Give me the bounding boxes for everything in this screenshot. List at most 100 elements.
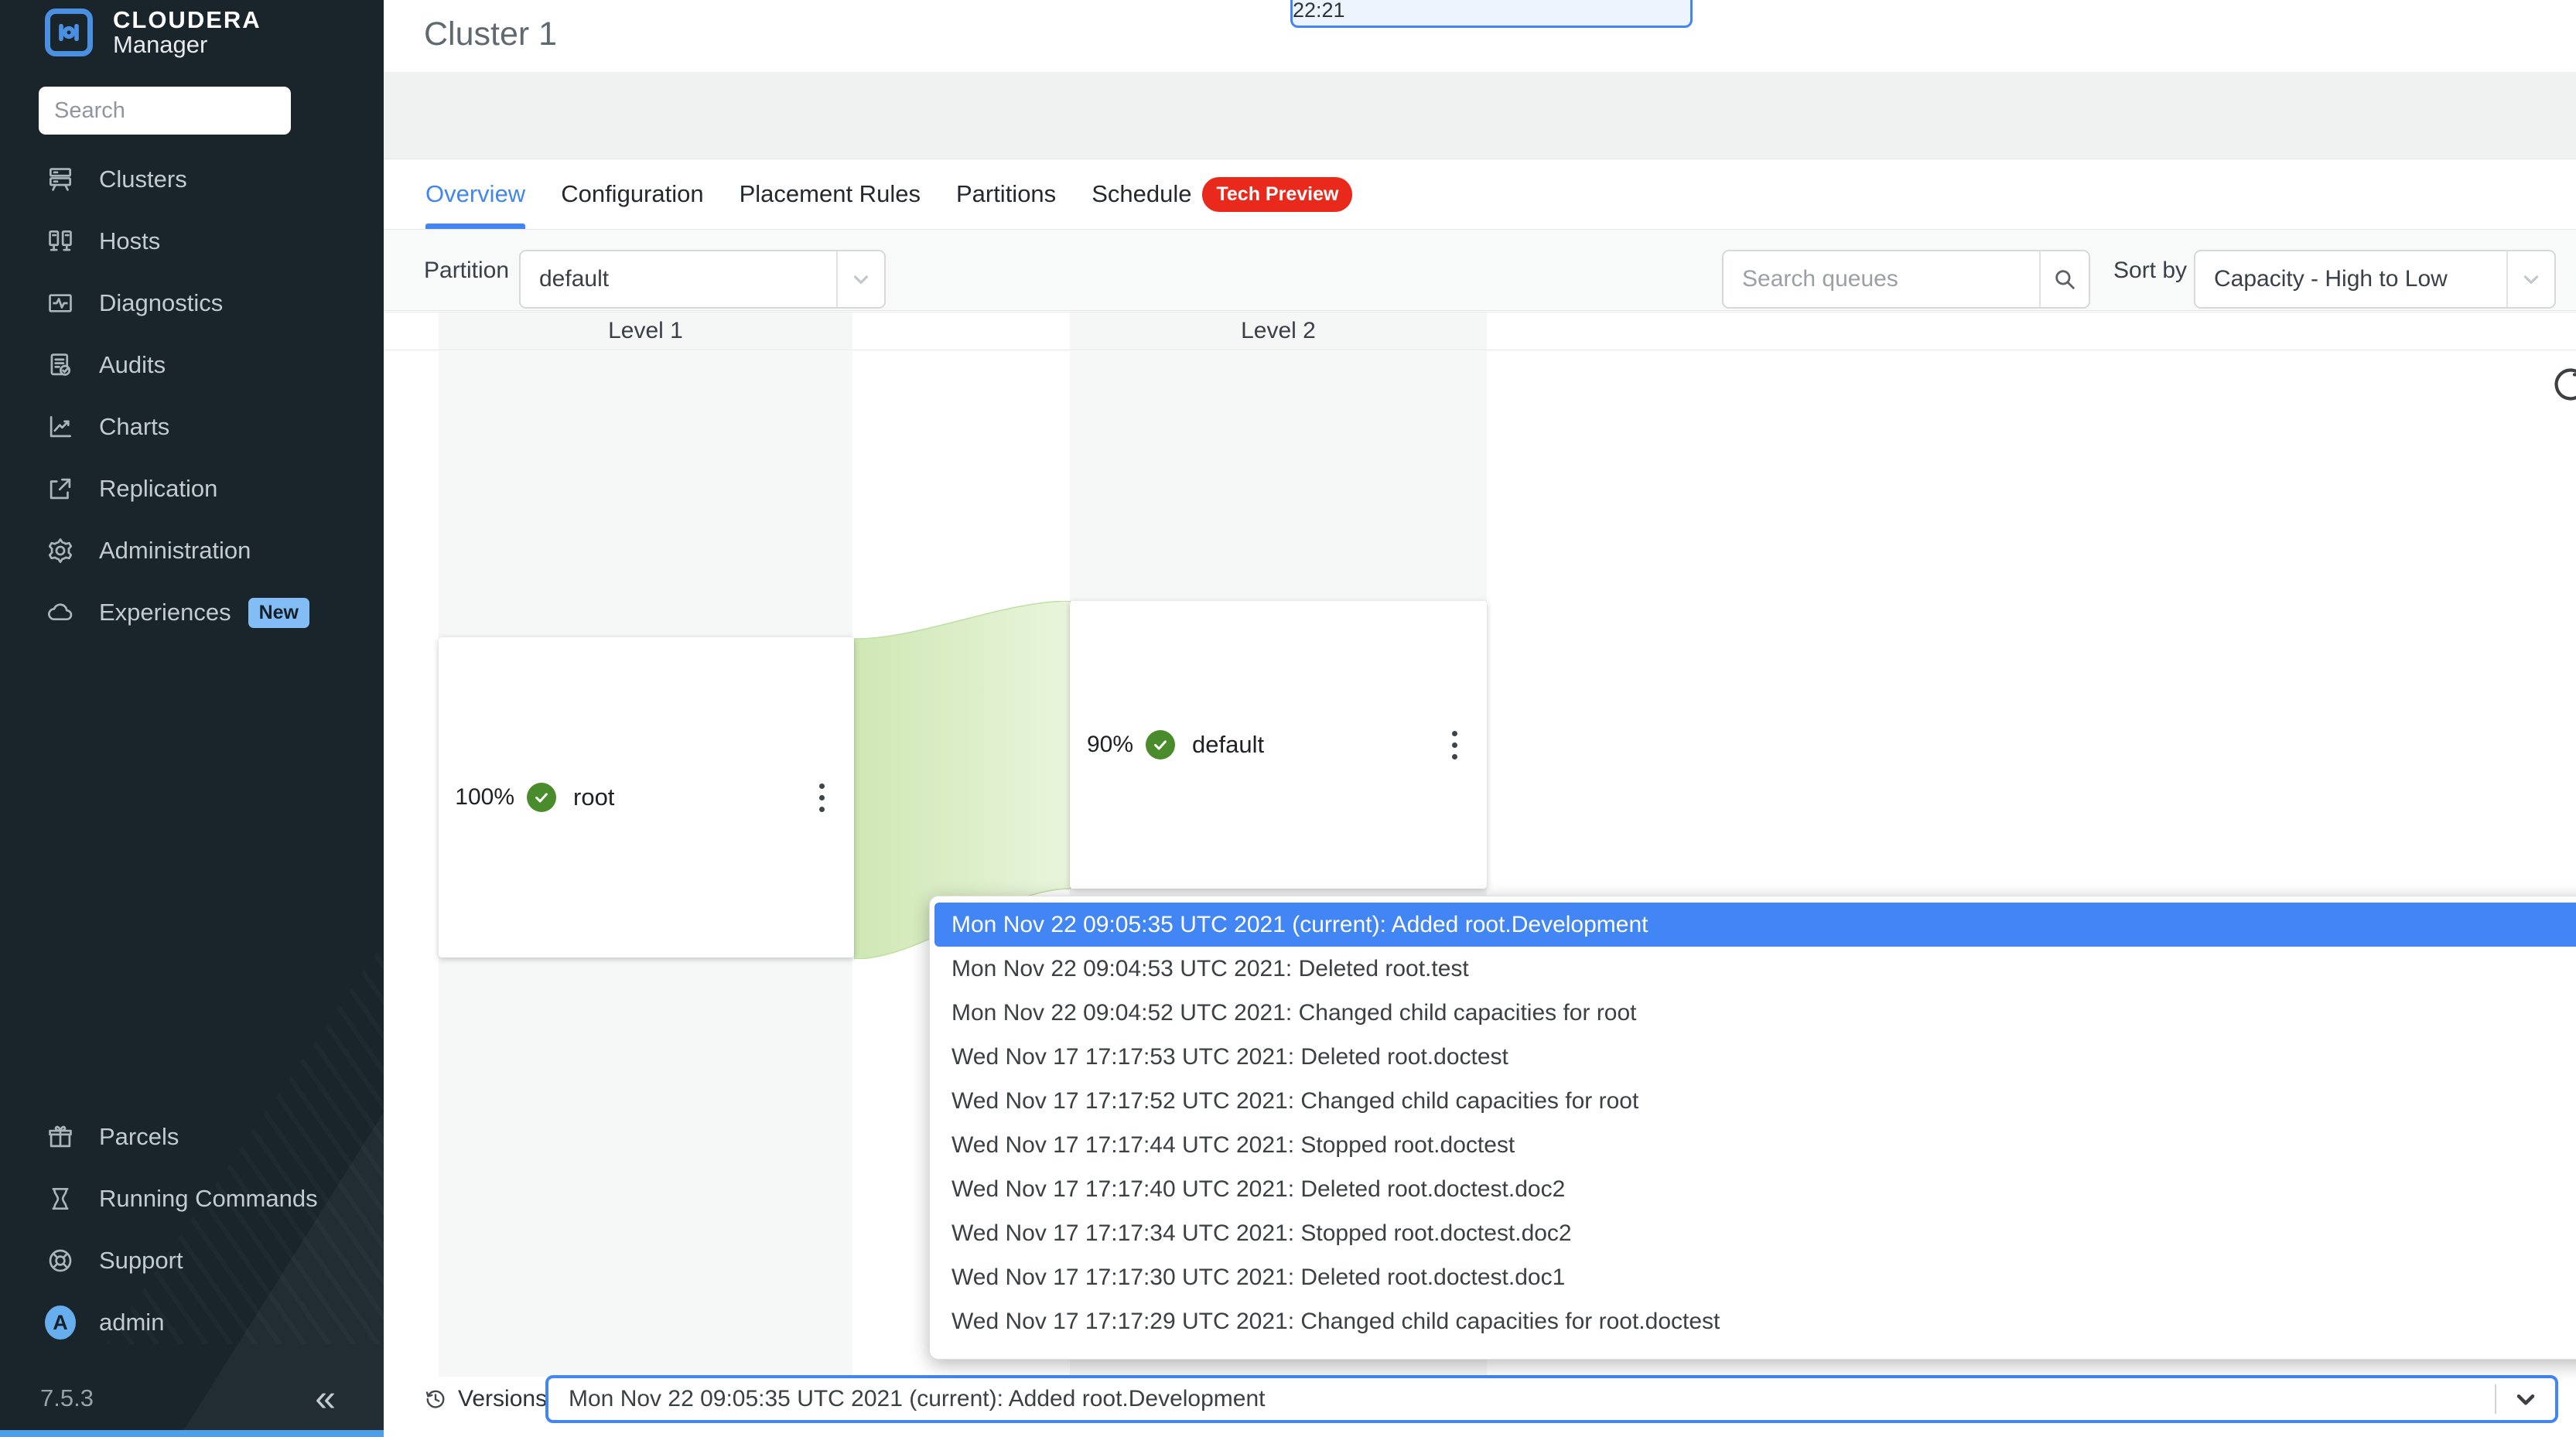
sidebar-item-diagnostics[interactable]: Diagnostics [0, 272, 384, 334]
cloudera-manager-app: CLOUDERA Manager Clusters [0, 0, 2576, 1437]
tab-bar: Overview Configuration Placement Rules P… [384, 159, 2576, 230]
level-1-header: Level 1 [439, 312, 852, 350]
administration-gear-icon [45, 535, 76, 566]
tab-schedule[interactable]: Schedule Tech Preview [1092, 159, 1352, 229]
versions-dropdown-option[interactable]: Wed Nov 17 17:17:29 UTC 2021: Changed ch… [934, 1299, 2576, 1343]
new-badge: New [248, 598, 309, 628]
versions-select[interactable]: Mon Nov 22 09:05:35 UTC 2021 (current): … [545, 1375, 2558, 1423]
support-lifebuoy-icon [45, 1245, 76, 1276]
queue-menu-kebab-icon[interactable] [1436, 722, 1473, 768]
queue-status-check-icon [527, 783, 556, 812]
sidebar-item-label: admin [99, 1309, 164, 1336]
queue-status-check-icon [1146, 730, 1175, 759]
queue-capacity-percent: 100% [448, 784, 514, 811]
hourglass-icon [45, 1183, 76, 1214]
versions-dropdown-option[interactable]: Wed Nov 17 17:17:53 UTC 2021: Deleted ro… [934, 1035, 2576, 1079]
sidebar-item-label: Hosts [99, 227, 160, 255]
versions-dropdown-option[interactable]: Mon Nov 22 09:05:35 UTC 2021 (current): … [934, 903, 2576, 947]
cloud-icon [45, 597, 76, 628]
sidebar-search-input[interactable] [39, 87, 291, 135]
tab-overview[interactable]: Overview [425, 159, 525, 229]
sidebar-item-administration[interactable]: Administration [0, 520, 384, 582]
level-header-row: Level 1 Level 2 [384, 312, 2576, 350]
sidebar-item-label: Replication [99, 475, 217, 503]
search-icon[interactable] [2039, 251, 2089, 307]
sidebar-item-label: Experiences [99, 599, 231, 626]
versions-dropdown-option[interactable]: Mon Nov 22 09:04:52 UTC 2021: Changed ch… [934, 991, 2576, 1035]
chevron-down-icon [2506, 251, 2554, 307]
parcels-gift-icon [45, 1121, 76, 1152]
charts-icon [45, 411, 76, 442]
admin-avatar: A [45, 1307, 76, 1338]
tab-configuration[interactable]: Configuration [561, 159, 703, 229]
versions-bar: Versions Mon Nov 22 09:05:35 UTC 2021 (c… [384, 1375, 2576, 1425]
sidebar-collapse-button[interactable]: « [315, 1377, 336, 1420]
sidebar-item-label: Diagnostics [99, 289, 223, 317]
queue-search [1722, 250, 2090, 309]
partition-label: Partition [424, 258, 509, 284]
sidebar-item-running-commands[interactable]: Running Commands [0, 1168, 384, 1230]
refresh-icon[interactable] [2550, 362, 2576, 407]
versions-dropdown-option[interactable]: Wed Nov 17 17:17:40 UTC 2021: Deleted ro… [934, 1167, 2576, 1211]
versions-select-value: Mon Nov 22 09:05:35 UTC 2021 (current): … [548, 1386, 2495, 1412]
sidebar-bottom-nav: Parcels Running Commands [0, 1106, 384, 1353]
tab-placement-rules[interactable]: Placement Rules [740, 159, 921, 229]
cloudera-logo-icon [45, 9, 93, 56]
sidebar-item-charts[interactable]: Charts [0, 396, 384, 458]
sidebar-item-label: Running Commands [99, 1185, 318, 1213]
queue-toolbar: Partition default Sort by Capacity - Hig… [384, 230, 2576, 311]
sidebar-nav: Clusters Hosts [0, 148, 384, 643]
sidebar-item-experiences[interactable]: Experiences New [0, 582, 384, 643]
sidebar-item-audits[interactable]: Audits [0, 334, 384, 396]
deployment-banner: CDEP Deployment from 2021-Nov-08 22:21 [1290, 0, 1693, 28]
audits-icon [45, 350, 76, 381]
sidebar-item-support[interactable]: Support [0, 1230, 384, 1292]
partition-select[interactable]: default [519, 250, 886, 309]
sidebar-item-parcels[interactable]: Parcels [0, 1106, 384, 1168]
chevron-down-icon [836, 251, 884, 307]
sort-select-value: Capacity - High to Low [2195, 266, 2506, 292]
app-version: 7.5.3 [40, 1384, 94, 1412]
sidebar-item-label: Charts [99, 413, 169, 441]
page-title: Cluster 1 [424, 15, 557, 53]
sidebar-item-label: Clusters [99, 166, 187, 193]
sidebar-footer: 7.5.3 « [0, 1357, 384, 1431]
logo-subtitle: Manager [113, 32, 261, 57]
queue-search-input[interactable] [1724, 266, 2039, 292]
versions-label: Versions [458, 1386, 547, 1412]
sort-by-label: Sort by [2113, 258, 2187, 284]
sidebar-item-admin[interactable]: A admin [0, 1292, 384, 1353]
diagnostics-icon [45, 288, 76, 319]
sidebar-item-replication[interactable]: Replication [0, 458, 384, 520]
level-2-header: Level 2 [1070, 312, 1487, 350]
tech-preview-badge: Tech Preview [1202, 177, 1352, 212]
queue-capacity-percent: 90% [1079, 732, 1133, 758]
partition-select-value: default [521, 266, 836, 292]
sidebar-item-label: Parcels [99, 1123, 179, 1151]
sidebar-item-hosts[interactable]: Hosts [0, 210, 384, 272]
versions-dropdown-option[interactable]: Wed Nov 17 17:17:34 UTC 2021: Stopped ro… [934, 1211, 2576, 1255]
sidebar-item-label: Audits [99, 351, 166, 379]
header-band [384, 72, 2576, 159]
cloudera-logo[interactable]: CLOUDERA Manager [45, 8, 261, 57]
sidebar-item-label: Support [99, 1247, 183, 1275]
main-content: Cluster 1 CDEP Deployment from 2021-Nov-… [384, 0, 2576, 1437]
queue-name: root [573, 783, 803, 811]
sidebar-bottom-accent [0, 1430, 384, 1437]
versions-dropdown-option[interactable]: Wed Nov 17 17:17:44 UTC 2021: Stopped ro… [934, 1123, 2576, 1167]
versions-label-group: Versions [424, 1386, 547, 1412]
versions-dropdown-option[interactable]: Wed Nov 17 17:17:52 UTC 2021: Changed ch… [934, 1079, 2576, 1123]
tab-partitions[interactable]: Partitions [956, 159, 1056, 229]
versions-dropdown-option[interactable]: Wed Nov 17 17:17:30 UTC 2021: Deleted ro… [934, 1255, 2576, 1299]
sidebar-item-label: Administration [99, 537, 251, 565]
sort-select[interactable]: Capacity - High to Low [2194, 250, 2556, 309]
history-clock-icon [424, 1388, 447, 1411]
versions-dropdown-list: Mon Nov 22 09:05:35 UTC 2021 (current): … [929, 896, 2576, 1360]
sidebar-item-clusters[interactable]: Clusters [0, 148, 384, 210]
versions-dropdown-option[interactable]: Mon Nov 22 09:04:53 UTC 2021: Deleted ro… [934, 947, 2576, 991]
queue-menu-kebab-icon[interactable] [803, 774, 840, 821]
queue-card-default[interactable]: 90% default [1070, 601, 1487, 889]
queue-name: default [1192, 731, 1436, 759]
sidebar: CLOUDERA Manager Clusters [0, 0, 384, 1437]
queue-card-root[interactable]: 100% root [439, 637, 854, 957]
